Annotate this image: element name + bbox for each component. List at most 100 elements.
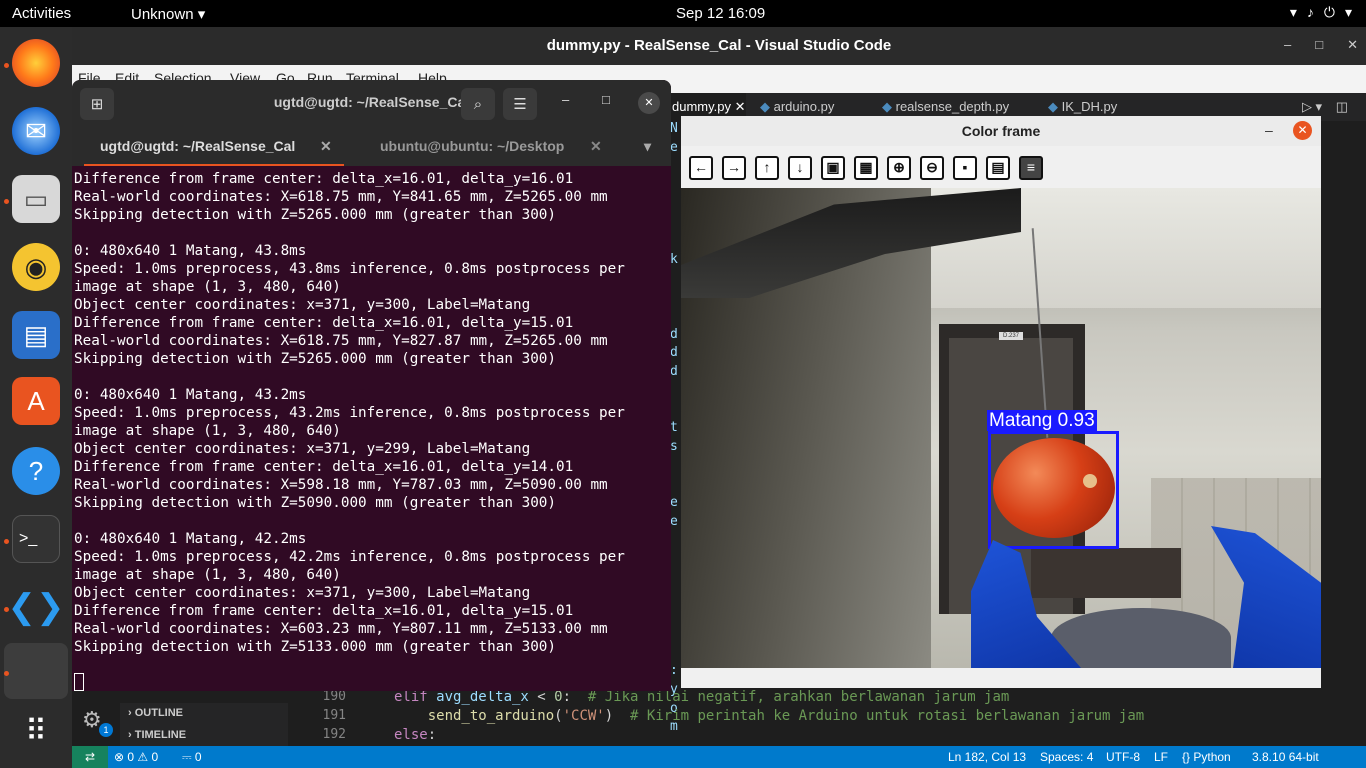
active-tab-indicator	[84, 164, 344, 166]
desktop: Activities Unknown ▾ Sep 12 16:09 ▾ ♪ ⏻ …	[0, 0, 1366, 768]
terminal-tab-active[interactable]: ugtd@ugtd: ~/RealSense_Cal	[100, 138, 295, 154]
tab-label: dummy.py	[672, 99, 731, 114]
comment: # Jika nilai negatif, arahkan berlawanan…	[587, 689, 1010, 705]
top-bar: Activities Unknown ▾ Sep 12 16:09 ▾ ♪ ⏻ …	[0, 0, 1366, 27]
close-icon[interactable]: ✕	[638, 92, 660, 114]
gripper-base	[1051, 608, 1231, 668]
python-interpreter[interactable]: 3.8.10 64-bit	[1252, 750, 1319, 764]
rhythmbox-icon[interactable]: ◉	[12, 243, 60, 291]
editor-visible-char: k	[670, 251, 678, 267]
line-number: 191	[322, 708, 346, 723]
files-icon[interactable]: ▭	[12, 175, 60, 223]
close-icon[interactable]: ✕	[1347, 37, 1358, 53]
keyword: else	[394, 727, 428, 743]
detection-label: Matang 0.93	[987, 410, 1097, 431]
caret-down-icon: ▾	[197, 6, 206, 23]
terminal-tab-inactive[interactable]: ubuntu@ubuntu: ~/Desktop	[380, 138, 564, 154]
forward-arrow-icon[interactable]: →	[722, 156, 746, 180]
app-menu[interactable]: Unknown ▾	[131, 5, 205, 23]
maximize-icon[interactable]: □	[1315, 37, 1323, 53]
tab-label: arduino.py	[773, 99, 835, 114]
minimize-icon[interactable]: ‒	[562, 92, 569, 107]
app-menu-label: Unknown	[131, 6, 194, 23]
editor-visible-char: s	[670, 438, 678, 454]
clock[interactable]: Sep 12 16:09	[676, 5, 765, 22]
editor-visible-char: d	[670, 326, 678, 342]
cursor-position[interactable]: Ln 182, Col 13	[948, 750, 1026, 764]
cabinet	[1031, 548, 1181, 598]
image-icon[interactable]: ▣	[821, 156, 845, 180]
running-indicator	[4, 199, 9, 204]
chevron-right-icon: ›	[128, 707, 132, 719]
camera-image[interactable]: D.237 Matang 0.93	[681, 188, 1321, 668]
hamburger-menu-icon[interactable]: ☰	[503, 88, 537, 120]
keyword: elif	[394, 689, 428, 705]
python-file-icon: ◆	[1048, 99, 1062, 114]
editor-visible-char: d	[670, 364, 678, 380]
door-sign-text: D.237	[1002, 333, 1019, 339]
tab-label: ugtd@ugtd: ~/RealSense_Cal	[100, 138, 296, 154]
problems-status[interactable]: ⊗ 0 ⚠ 0	[114, 750, 158, 764]
timeline-label: TIMELINE	[134, 729, 187, 741]
editor-visible-char: e	[670, 495, 678, 510]
minimize-icon[interactable]: ‒	[1284, 37, 1291, 53]
activities-button[interactable]: Activities	[12, 5, 71, 22]
back-arrow-icon[interactable]: ←	[689, 156, 713, 180]
help-icon[interactable]: ?	[12, 447, 60, 495]
line-numbers: 190 191 192	[290, 687, 350, 747]
paren: (	[554, 708, 563, 724]
terminal-window: ⊞ ugtd@ugtd: ~/RealSense_Cal ⌕ ☰ ‒ □ ✕ u…	[72, 80, 671, 691]
maximize-icon[interactable]: □	[602, 92, 610, 107]
zoom-in-icon[interactable]: ⊕	[887, 156, 911, 180]
terminal-tabs: ugtd@ugtd: ~/RealSense_Cal ✕ ubuntu@ubun…	[72, 128, 671, 166]
thunderbird-icon[interactable]: ✉	[12, 107, 60, 155]
terminal-output[interactable]: Difference from frame center: delta_x=16…	[74, 170, 671, 656]
remote-icon[interactable]: ⇄	[72, 746, 108, 768]
zoom-out-icon[interactable]: ⊖	[920, 156, 944, 180]
libreoffice-writer-icon[interactable]: ▤	[12, 311, 60, 359]
tab-label: ubuntu@ubuntu: ~/Desktop	[380, 138, 565, 154]
color-frame-window: Color frame ‒ ✕ ← → ↑ ↓ ▣ ▦ ⊕ ⊖ ▪ ▤ ≡ D.…	[681, 116, 1321, 688]
explorer-sections: › OUTLINE › TIMELINE	[120, 703, 288, 747]
terminal-icon[interactable]: >_	[12, 515, 60, 563]
variable: avg_delta_x	[427, 689, 529, 705]
blank-window[interactable]	[4, 643, 68, 699]
tabs-dropdown-icon[interactable]: ▾	[644, 138, 651, 155]
properties-icon[interactable]: ≡	[1019, 156, 1043, 180]
encoding[interactable]: UTF-8	[1106, 750, 1140, 764]
tab-label: IK_DH.py	[1061, 99, 1118, 114]
run-icon[interactable]: ▷ ▾	[1302, 99, 1322, 114]
down-arrow-icon[interactable]: ↓	[788, 156, 812, 180]
software-center-icon[interactable]: A	[12, 377, 60, 425]
close-icon[interactable]: ✕	[735, 99, 746, 114]
save-icon[interactable]: ▪	[953, 156, 977, 180]
color-frame-title: Color frame	[681, 116, 1321, 146]
colon: :	[562, 689, 588, 705]
outline-section[interactable]: › OUTLINE	[128, 707, 183, 719]
indentation[interactable]: Spaces: 4	[1040, 750, 1093, 764]
close-icon[interactable]: ✕	[320, 138, 332, 155]
search-icon[interactable]: ⌕	[461, 88, 495, 120]
minimap[interactable]	[1320, 121, 1366, 681]
wifi-icon: ▾	[1289, 4, 1297, 20]
chevron-right-icon: ›	[128, 729, 132, 741]
code-editor[interactable]: elif avg_delta_x < 0: # Jika nilai negat…	[362, 687, 1362, 747]
power-icon: ⏻	[1323, 4, 1335, 20]
image-settings-icon[interactable]: ▦	[854, 156, 878, 180]
close-icon[interactable]: ✕	[1293, 121, 1312, 140]
timeline-section[interactable]: › TIMELINE	[128, 729, 186, 741]
firefox-icon[interactable]	[12, 39, 60, 87]
clipboard-icon[interactable]: ▤	[986, 156, 1010, 180]
up-arrow-icon[interactable]: ↑	[755, 156, 779, 180]
vscode-icon[interactable]: ❮❯	[8, 583, 65, 631]
language-mode[interactable]: {} Python	[1182, 750, 1231, 764]
split-editor-icon[interactable]: ◫	[1336, 99, 1348, 114]
ports-status[interactable]: ⎓ 0	[182, 750, 202, 765]
function-call: send_to_arduino	[394, 708, 555, 724]
close-icon[interactable]: ✕	[590, 138, 602, 155]
system-tray[interactable]: ▾ ♪ ⏻ ▾	[1290, 4, 1352, 21]
minimize-icon[interactable]: ‒	[1265, 122, 1273, 138]
line-ending[interactable]: LF	[1154, 750, 1168, 764]
code-line-191: send_to_arduino('CCW') # Kirim perintah …	[394, 708, 1145, 724]
show-apps-icon[interactable]: ⠿	[12, 707, 60, 755]
